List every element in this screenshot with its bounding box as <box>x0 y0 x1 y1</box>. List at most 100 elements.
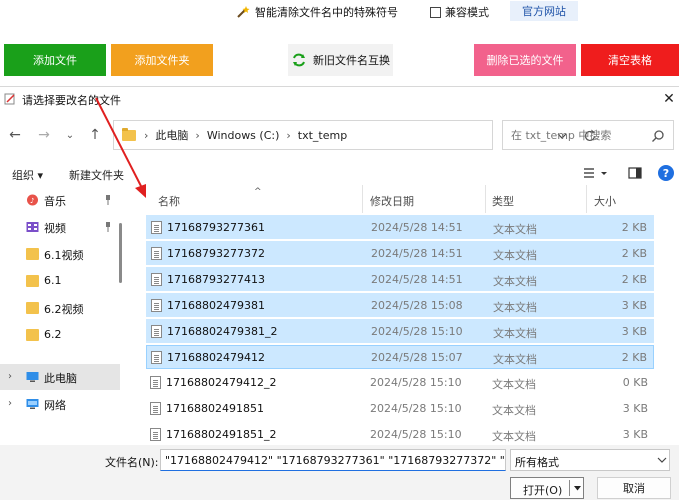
column-header-type[interactable]: 类型 <box>492 193 514 209</box>
column-header-date[interactable]: 修改日期 <box>370 193 414 209</box>
file-name: 17168802491851_2 <box>166 428 277 441</box>
recent-chevron-down-icon[interactable]: ⌄ <box>61 126 79 144</box>
file-type-select[interactable]: 所有格式 <box>510 449 670 471</box>
swap-names-button[interactable]: 新旧文件名互换 <box>288 44 393 76</box>
filename-input[interactable]: "17168802479412" "17168793277361" "17168… <box>160 449 506 471</box>
delete-selected-button[interactable]: 删除已选的文件 <box>474 44 576 76</box>
file-row[interactable]: 17168802479412_2 2024/5/28 15:10 文本文档 0 … <box>146 371 654 395</box>
app-toolbar: 智能清除文件名中的特殊符号 兼容模式 官方网站 添加文件 添加文件夹 新旧文件名… <box>0 0 679 86</box>
swap-icon <box>293 53 305 67</box>
file-type: 文本文档 <box>493 249 537 262</box>
official-site-link[interactable]: 官方网站 <box>510 1 578 21</box>
search-icon <box>652 130 664 142</box>
dialog-footer: 文件名(N): "17168802479412" "17168793277361… <box>0 445 679 500</box>
video-icon <box>26 222 39 232</box>
file-type: 文本文档 <box>493 327 537 340</box>
file-row[interactable]: 17168793277413 2024/5/28 14:51 文本文档 2 KB <box>146 267 654 291</box>
new-folder-button[interactable]: 新建文件夹 <box>69 167 124 183</box>
search-input[interactable]: 在 txt_temp 中搜索 <box>502 120 674 150</box>
file-size: 3 KB <box>622 402 648 415</box>
svg-text:♪: ♪ <box>30 197 34 205</box>
sidebar-item-music[interactable]: ♪ 音乐 <box>0 187 120 213</box>
add-folder-button[interactable]: 添加文件夹 <box>111 44 213 76</box>
command-bar: 组织 ▾ 新建文件夹 ? <box>0 161 679 185</box>
file-size: 2 KB <box>621 247 647 260</box>
magic-wand-icon <box>237 6 250 18</box>
file-row[interactable]: 17168793277372 2024/5/28 14:51 文本文档 2 KB <box>146 241 654 265</box>
compat-mode-label: 兼容模式 <box>445 6 489 19</box>
file-row[interactable]: 17168802479381 2024/5/28 15:08 文本文档 3 KB <box>146 293 654 317</box>
network-icon <box>26 399 39 409</box>
file-date: 2024/5/28 15:08 <box>371 299 463 312</box>
chevron-down-icon <box>657 457 667 463</box>
forward-icon[interactable]: → <box>35 126 53 144</box>
back-icon[interactable]: ← <box>6 126 24 144</box>
breadcrumb-drive-c[interactable]: Windows (C:) <box>207 129 280 142</box>
pc-icon <box>26 372 39 382</box>
navigation-bar: ← → ⌄ ↑ › 此电脑 › Windows (C:) › txt_temp … <box>0 117 679 153</box>
pin-icon <box>106 222 110 232</box>
file-type: 文本文档 <box>493 275 537 288</box>
file-name: 17168793277413 <box>167 273 265 286</box>
file-row[interactable]: 17168802479412 2024/5/28 15:07 文本文档 2 KB <box>146 345 654 369</box>
search-placeholder: 在 txt_temp 中搜索 <box>511 129 612 142</box>
folder-icon <box>26 275 39 287</box>
pin-icon <box>106 195 110 205</box>
help-icon[interactable]: ? <box>658 165 674 181</box>
column-divider[interactable] <box>362 185 363 213</box>
breadcrumb-separator: › <box>195 128 200 142</box>
sidebar-item-this-pc[interactable]: › 此电脑 <box>0 364 120 390</box>
address-bar[interactable]: › 此电脑 › Windows (C:) › txt_temp <box>113 120 596 150</box>
sidebar-item-label: 6.1视频 <box>44 249 84 262</box>
chevron-right-icon[interactable]: › <box>8 398 12 409</box>
sidebar-scrollbar[interactable] <box>119 223 122 283</box>
sidebar-item-folder[interactable]: 6.1视频 <box>0 241 120 267</box>
column-header-size[interactable]: 大小 <box>594 193 616 209</box>
sidebar-item-folder[interactable]: 6.2 <box>0 322 120 348</box>
dialog-title: 请选择要改名的文件 <box>22 94 121 107</box>
file-name: 17168793277361 <box>167 221 265 234</box>
column-divider[interactable] <box>485 185 486 213</box>
breadcrumb-this-pc[interactable]: 此电脑 <box>155 127 188 143</box>
checkbox-box[interactable] <box>430 6 441 18</box>
view-options-icon[interactable] <box>583 166 613 180</box>
file-type: 文本文档 <box>493 301 537 314</box>
column-divider[interactable] <box>586 185 587 213</box>
sidebar-item-folder[interactable]: 6.2视频 <box>0 295 120 321</box>
file-date: 2024/5/28 15:10 <box>371 325 463 338</box>
navigation-pane: ♪ 音乐 视频 6.1视频 6.1 6.2视频 6.2 › 此电脑 › 网络 <box>0 187 122 439</box>
file-name: 17168793277372 <box>167 247 265 260</box>
file-row[interactable]: 17168802491851 2024/5/28 15:10 文本文档 3 KB <box>146 397 654 421</box>
clear-table-button[interactable]: 清空表格 <box>581 44 679 76</box>
sidebar-item-folder[interactable]: 6.1 <box>0 268 120 294</box>
file-row[interactable]: 17168793277361 2024/5/28 14:51 文本文档 2 KB <box>146 215 654 239</box>
preview-pane-icon[interactable] <box>628 166 642 180</box>
open-button[interactable]: 打开(O) <box>510 477 584 499</box>
folder-icon <box>26 302 39 314</box>
cancel-button[interactable]: 取消 <box>597 477 671 499</box>
music-icon: ♪ <box>27 194 38 206</box>
file-date: 2024/5/28 14:51 <box>371 221 463 234</box>
file-name: 17168802479412_2 <box>166 376 277 389</box>
up-icon[interactable]: ↑ <box>86 126 104 144</box>
file-size: 2 KB <box>621 273 647 286</box>
sidebar-item-label: 音乐 <box>44 195 66 208</box>
add-file-button[interactable]: 添加文件 <box>4 44 106 76</box>
file-row[interactable]: 17168802491851_2 2024/5/28 15:10 文本文档 3 … <box>146 423 654 445</box>
text-file-icon <box>151 299 162 312</box>
file-type: 文本文档 <box>492 378 536 391</box>
breadcrumb-txt-temp[interactable]: txt_temp <box>298 129 347 142</box>
organize-menu[interactable]: 组织 ▾ <box>12 167 43 183</box>
file-size: 2 KB <box>621 351 647 364</box>
compat-mode-checkbox[interactable]: 兼容模式 <box>430 3 489 21</box>
chevron-down-icon[interactable] <box>573 484 582 492</box>
sidebar-item-network[interactable]: › 网络 <box>0 391 120 417</box>
file-row[interactable]: 17168802479381_2 2024/5/28 15:10 文本文档 3 … <box>146 319 654 343</box>
folder-icon <box>26 248 39 260</box>
close-icon[interactable]: ✕ <box>662 92 676 106</box>
column-header-name[interactable]: 名称 <box>158 193 180 209</box>
file-date: 2024/5/28 14:51 <box>371 273 463 286</box>
chevron-right-icon[interactable]: › <box>8 371 12 382</box>
sidebar-item-label: 6.2视频 <box>44 303 84 316</box>
sidebar-item-video[interactable]: 视频 <box>0 214 120 240</box>
